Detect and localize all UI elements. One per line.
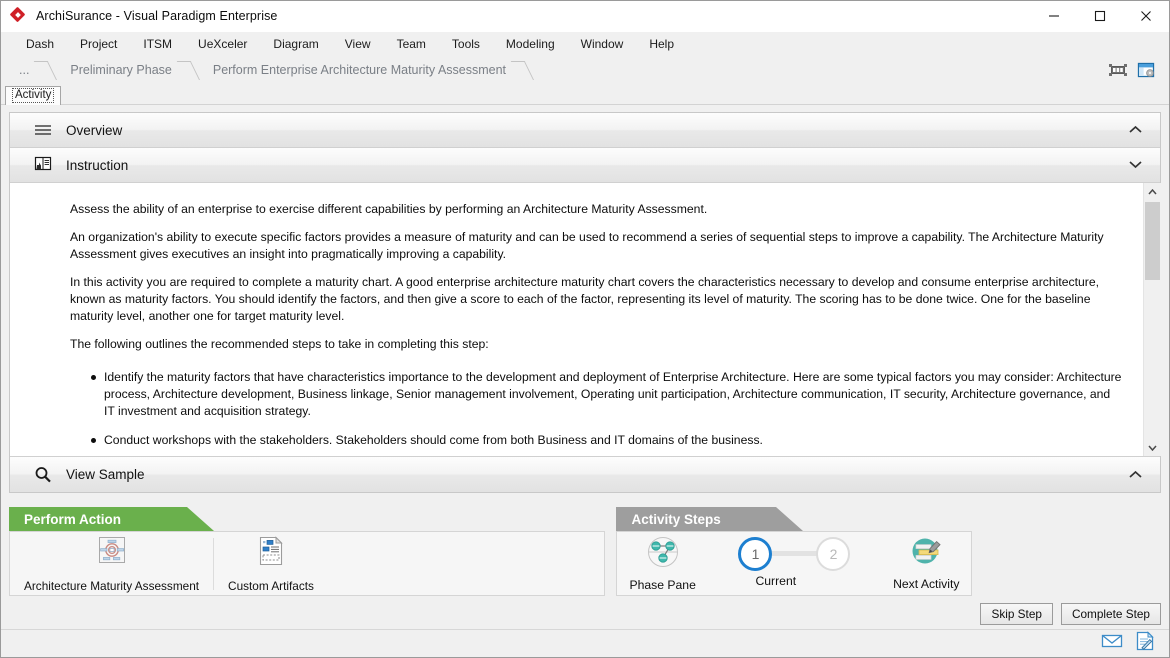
menu-item-dash[interactable]: Dash — [13, 34, 67, 54]
menu-item-diagram[interactable]: Diagram — [260, 34, 331, 54]
skip-step-button[interactable]: Skip Step — [980, 603, 1053, 625]
close-icon[interactable] — [1123, 1, 1169, 32]
accordion-panels: Overview Instruction Assess the ability … — [9, 112, 1161, 493]
current-step-label: Current — [755, 573, 797, 588]
title-bar: ArchiSurance - Visual Paradigm Enterpris… — [1, 1, 1169, 32]
phase-pane-button[interactable]: Phase Pane — [629, 535, 696, 592]
custom-artifacts-document-icon — [256, 535, 286, 572]
activity-steps-panel: Activity Steps Phase Pane 1 2 Current Ne… — [616, 507, 973, 629]
application-window: ArchiSurance - Visual Paradigm Enterpris… — [0, 0, 1170, 658]
instruction-steps-list: Identify the maturity factors that have … — [70, 369, 1123, 449]
action-architecture-maturity-assessment[interactable]: Architecture Maturity Assessment — [10, 532, 213, 595]
scrollbar-track[interactable] — [1143, 200, 1161, 439]
chevron-up-icon[interactable] — [1129, 121, 1142, 139]
perform-action-body: Architecture Maturity Assessment Custom … — [9, 531, 605, 596]
breadcrumb-bar: ... Preliminary Phase Perform Enterprise… — [1, 56, 1169, 83]
step-connector-line — [770, 551, 819, 556]
maximize-icon[interactable] — [1077, 1, 1123, 32]
instruction-paragraph: In this activity you are required to com… — [70, 275, 1099, 323]
next-activity-button[interactable]: Next Activity — [893, 536, 959, 591]
breadcrumb-separator-icon — [520, 59, 533, 81]
section-title-instruction: Instruction — [66, 157, 129, 173]
section-header-view-sample[interactable]: View Sample — [10, 457, 1160, 492]
step-progress: 1 2 Current — [738, 536, 851, 588]
next-activity-label: Next Activity — [893, 577, 960, 591]
open-panel-icon[interactable] — [1135, 59, 1157, 81]
action-custom-artifacts[interactable]: Custom Artifacts — [214, 532, 328, 595]
instruction-paragraph: The following outlines the recommended s… — [70, 337, 489, 351]
scroll-up-icon[interactable] — [1143, 183, 1161, 200]
phase-pane-nodes-icon — [645, 535, 681, 574]
tab-strip: Activity — [1, 83, 1169, 105]
step-circle-1[interactable]: 1 — [738, 536, 773, 571]
menu-item-modeling[interactable]: Modeling — [493, 34, 568, 54]
breadcrumb-item-current-activity[interactable]: Perform Enterprise Architecture Maturity… — [199, 59, 520, 81]
mail-envelope-icon[interactable] — [1101, 633, 1123, 654]
chevron-down-icon[interactable] — [1129, 156, 1142, 174]
window-title: ArchiSurance - Visual Paradigm Enterpris… — [36, 9, 278, 23]
menu-bar: Dash Project ITSM UeXceler Diagram View … — [1, 32, 1169, 56]
breadcrumb-item-preliminary-phase[interactable]: Preliminary Phase — [56, 59, 185, 81]
menu-item-itsm[interactable]: ITSM — [130, 34, 185, 54]
activity-steps-title: Activity Steps — [631, 511, 721, 527]
complete-step-button[interactable]: Complete Step — [1060, 603, 1161, 625]
window-controls — [1031, 1, 1169, 32]
section-header-overview[interactable]: Overview — [10, 113, 1160, 148]
step-circle-2[interactable]: 2 — [816, 536, 851, 571]
action-label: Custom Artifacts — [228, 578, 314, 593]
breadcrumb: ... Preliminary Phase Perform Enterprise… — [9, 59, 533, 81]
chevron-up-icon[interactable] — [1129, 466, 1142, 484]
section-title-view-sample: View Sample — [66, 467, 145, 482]
bottom-panels: Perform Action Architecture Maturity Ass… — [9, 493, 1161, 629]
instruction-text: Assess the ability of an enterprise to e… — [10, 183, 1143, 456]
fit-to-window-icon[interactable] — [1107, 59, 1129, 81]
next-activity-edit-icon — [908, 536, 944, 573]
magnifier-icon — [32, 464, 54, 486]
instruction-scrollbar[interactable] — [1143, 183, 1161, 456]
step-progress-track: 1 2 — [738, 536, 851, 571]
menu-item-help[interactable]: Help — [636, 34, 687, 54]
menu-item-tools[interactable]: Tools — [439, 34, 493, 54]
instruction-content: Assess the ability of an enterprise to e… — [10, 183, 1161, 457]
menu-item-project[interactable]: Project — [67, 34, 130, 54]
hamburger-lines-icon — [32, 119, 54, 141]
action-label: Architecture Maturity Assessment — [24, 578, 200, 593]
panel-spacer — [605, 507, 616, 629]
instruction-paragraph: An organization's ability to execute spe… — [70, 230, 1104, 261]
list-item: Identify the maturity factors that have … — [91, 370, 1122, 418]
breadcrumb-tools — [1107, 59, 1157, 81]
content-area: Overview Instruction Assess the ability … — [1, 105, 1169, 629]
section-title-overview: Overview — [66, 122, 123, 138]
activity-steps-body: Phase Pane 1 2 Current Next Activity — [616, 531, 973, 596]
scrollbar-thumb[interactable] — [1144, 202, 1160, 280]
perform-action-title: Perform Action — [24, 511, 122, 527]
perform-action-panel: Perform Action Architecture Maturity Ass… — [9, 507, 605, 629]
status-bar — [1, 629, 1169, 657]
menu-item-team[interactable]: Team — [384, 34, 439, 54]
section-header-instruction[interactable]: Instruction — [10, 148, 1160, 183]
menu-item-uexceler[interactable]: UeXceler — [185, 34, 260, 54]
tab-activity[interactable]: Activity — [5, 86, 62, 105]
activity-steps-header: Activity Steps — [616, 507, 826, 531]
breadcrumb-separator-icon — [43, 59, 56, 81]
menu-item-view[interactable]: View — [332, 34, 384, 54]
list-item: Conduct workshops with the stakeholders.… — [91, 432, 1123, 449]
tab-activity-label: Activity — [12, 88, 55, 103]
menu-item-window[interactable]: Window — [568, 34, 637, 54]
red-diamond-logo-icon — [9, 6, 27, 24]
perform-action-header: Perform Action — [9, 507, 219, 531]
phase-pane-label: Phase Pane — [629, 578, 696, 592]
maturity-chart-icon — [95, 535, 129, 572]
instruction-book-icon — [32, 154, 54, 176]
scroll-down-icon[interactable] — [1143, 439, 1161, 456]
step-action-buttons: Skip Step Complete Step — [980, 507, 1161, 629]
minimize-icon[interactable] — [1031, 1, 1077, 32]
instruction-paragraph: Assess the ability of an enterprise to e… — [70, 202, 708, 216]
note-edit-icon[interactable] — [1135, 631, 1155, 656]
breadcrumb-separator-icon — [186, 59, 199, 81]
